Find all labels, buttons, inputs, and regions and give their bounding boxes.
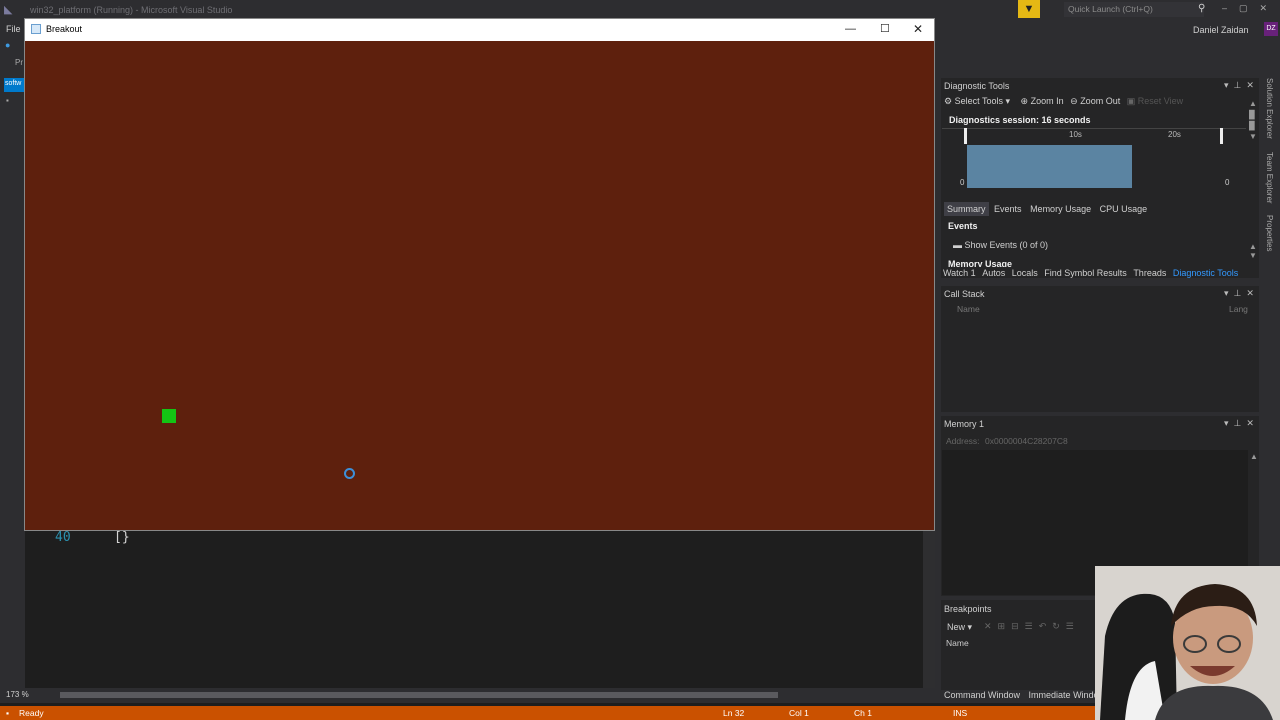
player-square (162, 409, 176, 423)
show-events-link[interactable]: ▬ Show Events (0 of 0) (953, 240, 1048, 250)
left-tab-project[interactable]: Pr (15, 58, 23, 67)
search-icon[interactable]: ● (5, 40, 10, 50)
diagnostic-scrollbar[interactable]: ▲ █ █ ▼ (1249, 98, 1257, 142)
column-header-lang[interactable]: Lang (1229, 304, 1248, 314)
events-icon: ▬ (953, 240, 965, 250)
menu-file[interactable]: File (6, 24, 21, 34)
panel-controls[interactable]: ▾⊥✕ (1224, 418, 1259, 429)
search-icon[interactable]: ⚲ (1198, 3, 1205, 14)
minimize-icon[interactable]: — (845, 23, 856, 35)
tab-cpu-usage[interactable]: CPU Usage (1097, 202, 1151, 216)
tab-solution-explorer[interactable]: Solution Explorer (1265, 78, 1274, 139)
timeline-tick: 10s (1069, 130, 1082, 139)
status-col: Col 1 (789, 708, 809, 718)
game-canvas[interactable] (25, 41, 934, 530)
address-label: Address: (946, 436, 980, 446)
avatar[interactable]: DZ (1264, 22, 1278, 36)
busy-cursor-icon (344, 468, 355, 479)
horizontal-scrollbar-thumb[interactable] (60, 692, 778, 698)
breakout-titlebar[interactable]: Breakout — ☐ ✕ (25, 19, 934, 41)
show-events-label[interactable]: Show Events (0 of 0) (965, 240, 1049, 250)
tab-diagnostic-tools[interactable]: Diagnostic Tools (1173, 268, 1238, 278)
breakpoints-title: Breakpoints (944, 604, 992, 614)
events-heading: Events (948, 221, 978, 231)
memory-usage-heading: Memory Usage (948, 259, 1013, 267)
zoom-out-button[interactable]: Zoom Out (1080, 96, 1120, 106)
panel-controls[interactable]: ▾⊥✕ (1224, 80, 1259, 91)
visual-studio-logo-icon: ◣ (4, 4, 13, 16)
status-ch: Ch 1 (854, 708, 872, 718)
maximize-icon[interactable]: ☐ (880, 22, 890, 35)
gear-icon[interactable]: ⚙ (944, 96, 952, 106)
memory-usage-graph (967, 145, 1132, 188)
chevron-down-icon[interactable]: ▾ (1005, 96, 1010, 106)
line-number: 40 (55, 530, 71, 545)
zoom-in-button[interactable]: Zoom In (1031, 96, 1064, 106)
tab-autos[interactable]: Autos (982, 268, 1005, 278)
tab-watch-1[interactable]: Watch 1 (943, 268, 976, 278)
tab-events[interactable]: Events (991, 202, 1025, 216)
panel-controls[interactable]: ▾⊥✕ (1224, 288, 1259, 299)
reset-view-icon[interactable]: ▣ (1127, 96, 1136, 106)
webcam-overlay (1095, 566, 1280, 720)
left-tab-software[interactable]: softw (4, 78, 25, 92)
quick-launch-input[interactable]: Quick Launch (Ctrl+Q) (1064, 2, 1204, 17)
zoom-in-icon[interactable]: ⊕ (1021, 96, 1029, 106)
call-stack-title: Call Stack (944, 289, 985, 299)
summary-scrollbar[interactable]: ▲ ▼ (1249, 242, 1257, 260)
status-ready: Ready (19, 708, 44, 718)
timeline-range-end-handle[interactable] (1220, 128, 1223, 144)
breakpoint-toolbar-icons[interactable]: ✕⊞⊟☰↶↻☰ (984, 621, 1080, 632)
left-tab-icon[interactable]: ▪ (6, 96, 9, 105)
debug-window-tabs: Watch 1 Autos Locals Find Symbol Results… (943, 268, 1242, 278)
timeline-range-start-handle[interactable] (964, 128, 967, 144)
status-ins: INS (953, 708, 968, 718)
diagnostic-toolbar: ⚙ Select Tools ▾ ⊕ Zoom In ⊖ Zoom Out ▣ … (944, 96, 1183, 107)
breakout-title: Breakout (46, 24, 83, 34)
bottom-tool-tabs: Command Window Immediate Windo (944, 690, 1099, 700)
select-tools-button[interactable]: Select Tools (955, 96, 1003, 106)
graph-y-min-label: 0 (1225, 178, 1230, 187)
app-window-icon (31, 24, 41, 34)
close-icon[interactable]: ✕ (913, 22, 923, 36)
user-name[interactable]: Daniel Zaidan (1193, 25, 1249, 35)
status-bar (0, 706, 1280, 720)
call-stack-panel (941, 286, 1259, 412)
breakout-window[interactable]: Breakout — ☐ ✕ (24, 18, 935, 531)
tab-find-symbol-results[interactable]: Find Symbol Results (1044, 268, 1127, 278)
editor-vertical-scrollbar[interactable] (923, 530, 935, 688)
code-line[interactable]: [} (114, 530, 130, 545)
diagnostic-tabs: Summary Events Memory Usage CPU Usage (944, 202, 1150, 216)
tab-properties[interactable]: Properties (1265, 215, 1274, 251)
tab-summary[interactable]: Summary (944, 202, 989, 216)
reset-view-button[interactable]: Reset View (1138, 96, 1183, 106)
status-icon: ▪ (6, 708, 10, 718)
address-input[interactable]: 0x0000004C28207C8 (985, 436, 1068, 446)
memory-scrollbar[interactable]: ▲ (1250, 452, 1258, 461)
vs-window-controls[interactable]: –▢✕ (1222, 3, 1279, 14)
column-header-name[interactable]: Name (946, 638, 969, 648)
memory-title: Memory 1 (944, 419, 985, 429)
feedback-filter-icon[interactable]: ▼ (1018, 0, 1040, 18)
tab-team-explorer[interactable]: Team Explorer (1265, 152, 1274, 204)
tab-locals[interactable]: Locals (1012, 268, 1038, 278)
tab-command-window[interactable]: Command Window (944, 690, 1020, 700)
webcam-image (1095, 566, 1280, 720)
vs-window-title: win32_platform (Running) - Microsoft Vis… (30, 5, 233, 15)
column-header-name[interactable]: Name (957, 304, 980, 314)
tab-immediate-window[interactable]: Immediate Windo (1029, 690, 1099, 700)
zoom-level[interactable]: 173 % (6, 690, 29, 699)
right-vertical-tabs (1262, 75, 1280, 575)
diagnostics-session-label: Diagnostics session: 16 seconds (949, 115, 1091, 125)
tab-memory-usage[interactable]: Memory Usage (1027, 202, 1094, 216)
new-breakpoint-button[interactable]: New ▾ (947, 622, 972, 633)
left-tool-strip (0, 38, 25, 703)
status-line: Ln 32 (723, 708, 745, 718)
diagnostic-tools-title: Diagnostic Tools (944, 81, 1010, 91)
zoom-out-icon[interactable]: ⊖ (1070, 96, 1078, 106)
tab-threads[interactable]: Threads (1133, 268, 1166, 278)
code-editor[interactable] (25, 530, 923, 688)
timeline-tick: 20s (1168, 130, 1181, 139)
graph-y-min-label: 0 (960, 178, 965, 187)
